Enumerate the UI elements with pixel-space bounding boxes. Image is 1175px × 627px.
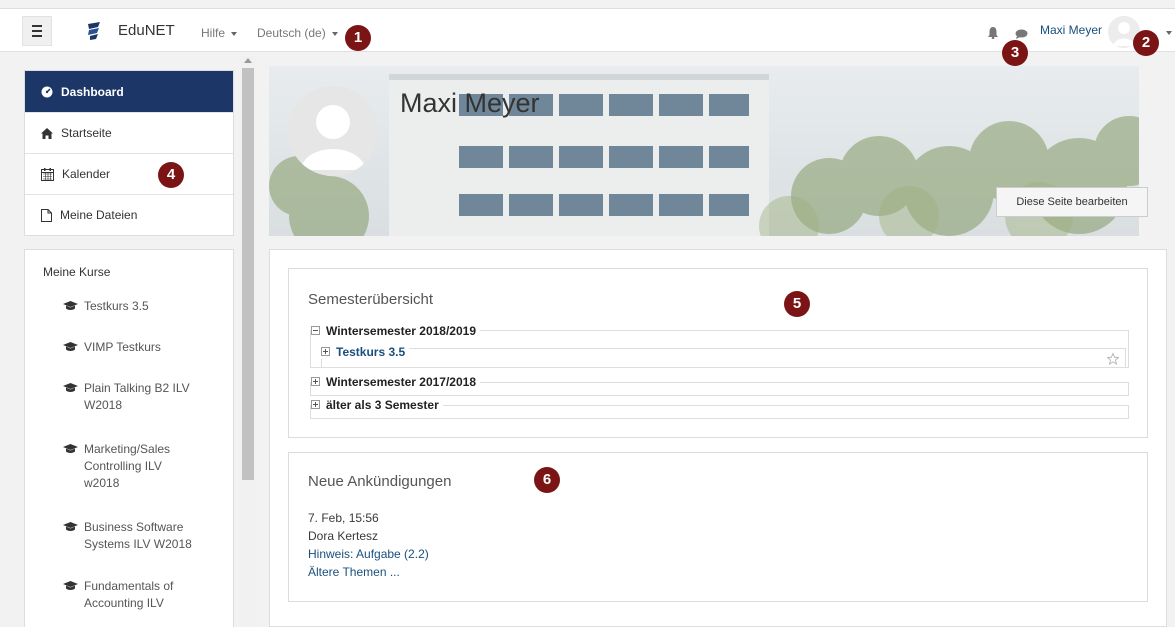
course-list: Testkurs 3.5 VIMP Testkurs Plain Talking B… xyxy=(25,298,233,627)
sidebar-item-dashboard[interactable]: Dashboard xyxy=(25,71,233,112)
calendar-icon xyxy=(41,167,54,181)
marker-5: 5 xyxy=(784,291,810,317)
sidebar-item-kalender[interactable]: Kalender xyxy=(25,153,233,194)
course-row xyxy=(321,348,1126,368)
my-courses-title: Meine Kurse xyxy=(43,265,111,279)
expand-plus-icon[interactable] xyxy=(321,347,330,357)
main-navigation: Dashboard Startseite Kalender Meine Date… xyxy=(24,70,234,236)
course-item[interactable]: Marketing/Sales Controlling ILV w2018 xyxy=(25,441,233,519)
course-label-line: VIMP Testkurs xyxy=(84,340,161,354)
announcements-card: Neue Ankündigungen 7. Feb, 15:56 Dora Ke… xyxy=(288,452,1148,602)
course-item[interactable]: Plain Talking B2 ILV W2018 xyxy=(25,380,233,441)
chevron-down-icon xyxy=(331,31,338,36)
profile-avatar[interactable] xyxy=(288,86,378,176)
course-item-label: VIMP Testkurs xyxy=(84,339,214,380)
scroll-up-arrow-icon[interactable] xyxy=(244,58,252,63)
announcements-title: Neue Ankündigungen xyxy=(308,473,452,490)
edunet-logo-icon xyxy=(88,22,100,40)
graduation-cap-icon xyxy=(63,581,78,590)
user-name[interactable]: Maxi Meyer xyxy=(1040,23,1102,37)
my-courses-block: Meine Kurse Testkurs 3.5 VIMP Testkurs Pla… xyxy=(24,249,234,627)
course-item-label: Testkurs 3.5 xyxy=(84,298,214,339)
course-label-line: Plain Talking B2 ILV xyxy=(84,381,190,395)
course-label-line: Business Software xyxy=(84,520,184,534)
marker-2: 2 xyxy=(1133,30,1159,56)
course-item-label: Plain Talking B2 ILV W2018 xyxy=(84,380,214,441)
star-favorite-icon[interactable] xyxy=(1107,353,1119,365)
marker-3: 3 xyxy=(1002,40,1028,66)
announcement-link[interactable]: Hinweis: Aufgabe (2.2) xyxy=(308,545,429,563)
user-menu-chevron-icon[interactable] xyxy=(1166,31,1172,35)
graduation-cap-icon xyxy=(63,383,78,392)
marker-6: 6 xyxy=(534,467,560,493)
course-label-line: Marketing/Sales xyxy=(84,442,171,456)
collapse-minus-icon[interactable] xyxy=(311,326,320,336)
edit-page-button[interactable]: Diese Seite bearbeiten xyxy=(996,187,1148,217)
semester-toggle[interactable]: Wintersemester 2018/2019 xyxy=(311,324,480,338)
course-item[interactable]: VIMP Testkurs xyxy=(25,339,233,380)
course-label-line: w2018 xyxy=(84,476,120,490)
brand-name[interactable]: EduNET xyxy=(118,22,175,39)
sidebar-item-label: Dashboard xyxy=(61,84,124,99)
marker-1: 1 xyxy=(345,25,371,51)
language-menu[interactable]: Deutsch (de) xyxy=(257,26,338,40)
home-icon xyxy=(41,127,53,139)
semester-toggle[interactable]: Wintersemester 2017/2018 xyxy=(311,375,480,389)
sidebar: Dashboard Startseite Kalender Meine Date… xyxy=(24,70,234,627)
course-item-label: Marketing/Sales Controlling ILV w2018 xyxy=(84,441,214,519)
marker-4: 4 xyxy=(158,162,184,188)
default-avatar-icon xyxy=(288,86,378,176)
course-label-line: Controlling ILV xyxy=(84,459,162,473)
course-item[interactable]: Business Software Systems ILV W2018 xyxy=(25,519,233,578)
course-label-line: W2018 xyxy=(84,398,123,412)
sidebar-item-label: Meine Dateien xyxy=(60,208,138,222)
course-label-line: Systems ILV W2018 xyxy=(84,537,192,551)
announcement-author: Dora Kertesz xyxy=(308,529,379,543)
announcement-entry: 7. Feb, 15:56 Dora Kertesz Hinweis: Aufg… xyxy=(308,509,429,581)
course-item-label: Business Software Systems ILV W2018 xyxy=(84,519,214,578)
profile-name: Maxi Meyer xyxy=(400,88,540,118)
scrollbar-thumb[interactable] xyxy=(242,68,254,480)
course-item-label: Fundamentals of Accounting ILV xyxy=(84,578,214,627)
graduation-cap-icon xyxy=(63,342,78,351)
chevron-down-icon xyxy=(231,31,238,36)
expand-plus-icon[interactable] xyxy=(311,377,320,387)
graduation-cap-icon xyxy=(63,522,78,531)
top-navbar: EduNET Hilfe Deutsch (de) Maxi Meyer xyxy=(0,8,1175,52)
course-label-line: Accounting ILV xyxy=(84,596,164,610)
dashboard-icon xyxy=(41,86,53,97)
course-link[interactable]: Testkurs 3.5 xyxy=(321,345,410,359)
expand-plus-icon[interactable] xyxy=(311,400,320,410)
older-topics-link[interactable]: Ältere Themen ... xyxy=(308,563,429,581)
graduation-cap-icon xyxy=(63,444,78,453)
course-label-line: Fundamentals of xyxy=(84,579,174,593)
sidebar-item-label: Startseite xyxy=(61,126,112,140)
announcement-date: 7. Feb, 15:56 xyxy=(308,511,379,525)
notifications-bell-icon[interactable] xyxy=(988,27,998,39)
file-icon xyxy=(41,208,52,222)
messages-chat-icon[interactable] xyxy=(1015,29,1028,39)
semester-toggle[interactable]: älter als 3 Semester xyxy=(311,398,443,412)
help-menu[interactable]: Hilfe xyxy=(201,26,238,40)
semester-overview-title: Semesterübersicht xyxy=(308,291,434,308)
sidebar-item-meine-dateien[interactable]: Meine Dateien xyxy=(25,194,233,235)
course-item[interactable]: Testkurs 3.5 xyxy=(25,298,233,339)
graduation-cap-icon xyxy=(63,301,78,310)
course-item[interactable]: Fundamentals of Accounting ILV xyxy=(25,578,233,627)
sidebar-item-startseite[interactable]: Startseite xyxy=(25,112,233,153)
course-label-line: Testkurs 3.5 xyxy=(84,299,149,313)
sidebar-scrollbar[interactable] xyxy=(240,56,256,627)
menu-toggle-button[interactable] xyxy=(22,16,52,46)
sidebar-item-label: Kalender xyxy=(62,167,111,181)
